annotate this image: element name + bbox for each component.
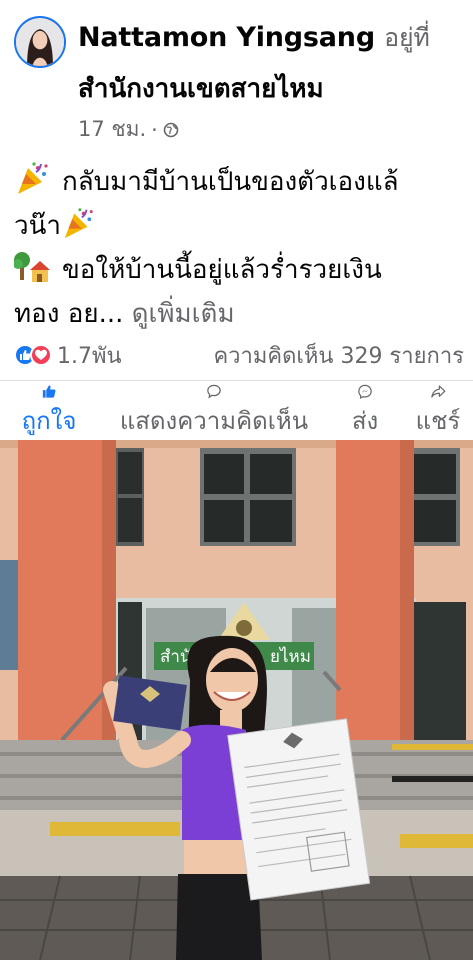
messenger-icon <box>358 384 372 399</box>
post-time[interactable]: 17 ชม. <box>78 113 146 146</box>
globe-icon <box>163 122 179 137</box>
comment-button[interactable]: แสดงความคิดเห็น <box>112 382 316 440</box>
post-meta: 17 ชม. · <box>78 113 179 146</box>
send-button[interactable]: ส่ง <box>340 382 390 440</box>
reactions-summary[interactable]: 1.7พัน <box>14 338 122 373</box>
like-button[interactable]: ถูกใจ <box>14 382 84 440</box>
at-word: อยู่ที่ <box>384 23 430 52</box>
comment-label: แสดงความคิดเห็น <box>119 407 309 435</box>
sign-text-right: ยไหม <box>270 646 311 667</box>
post-photo[interactable]: สำนัก ยไหม <box>0 440 473 960</box>
post-header: Nattamon Yingsang อยู่ที่ สำนักงานเขตสาย… <box>0 0 473 150</box>
post-text-content-4: ทอง อย... <box>14 299 124 329</box>
see-more-link[interactable]: ดูเพิ่มเติม <box>132 299 235 329</box>
post-text-line-1: กลับมามีบ้านเป็นของตัวเองแล้ <box>14 160 459 204</box>
post-text-content-2: วน๊า <box>14 211 61 241</box>
reaction-count: 1.7พัน <box>57 343 122 369</box>
share-label: แชร์ <box>415 407 461 435</box>
share-icon <box>431 385 446 398</box>
post-text-content-3: ขอให้บ้านนี้อยู่แล้วร่ำรวยเงิน <box>62 255 382 285</box>
post-text-content-1: กลับมามีบ้านเป็นของตัวเองแล้ <box>62 167 399 197</box>
party-popper-icon <box>18 162 48 194</box>
post-stats: 1.7พัน ความคิดเห็น 329 รายการ <box>14 338 464 372</box>
comment-count[interactable]: ความคิดเห็น 329 รายการ <box>213 338 464 373</box>
divider <box>0 380 473 381</box>
share-button[interactable]: แชร์ <box>410 382 466 440</box>
check-in-place[interactable]: สำนักงานเขตสายไหม <box>78 68 324 109</box>
tree-house-icon <box>14 252 50 282</box>
post-text: กลับมามีบ้านเป็นของตัวเองแล้ วน๊า ขอให้บ… <box>14 160 459 336</box>
post-text-line-2: วน๊า <box>14 204 459 248</box>
love-icon <box>30 344 52 366</box>
party-popper-icon <box>64 208 93 239</box>
post-text-line-4: ทอง อย... ดูเพิ่มเติม <box>14 292 459 336</box>
like-label: ถูกใจ <box>21 407 77 435</box>
avatar[interactable] <box>14 16 66 68</box>
meta-separator: · <box>151 117 158 142</box>
post-text-line-3: ขอให้บ้านนี้อยู่แล้วร่ำรวยเงิน <box>14 248 459 292</box>
action-bar: ถูกใจ แสดงความคิดเห็น ส่ง แชร์ <box>0 382 473 440</box>
comment-icon <box>207 384 221 399</box>
send-label: ส่ง <box>351 407 379 435</box>
author-name[interactable]: Nattamon Yingsang <box>78 22 375 53</box>
photo-scene: สำนัก ยไหม <box>0 440 473 960</box>
thumbs-up-icon <box>42 385 56 398</box>
author-line: Nattamon Yingsang อยู่ที่ <box>78 18 430 58</box>
